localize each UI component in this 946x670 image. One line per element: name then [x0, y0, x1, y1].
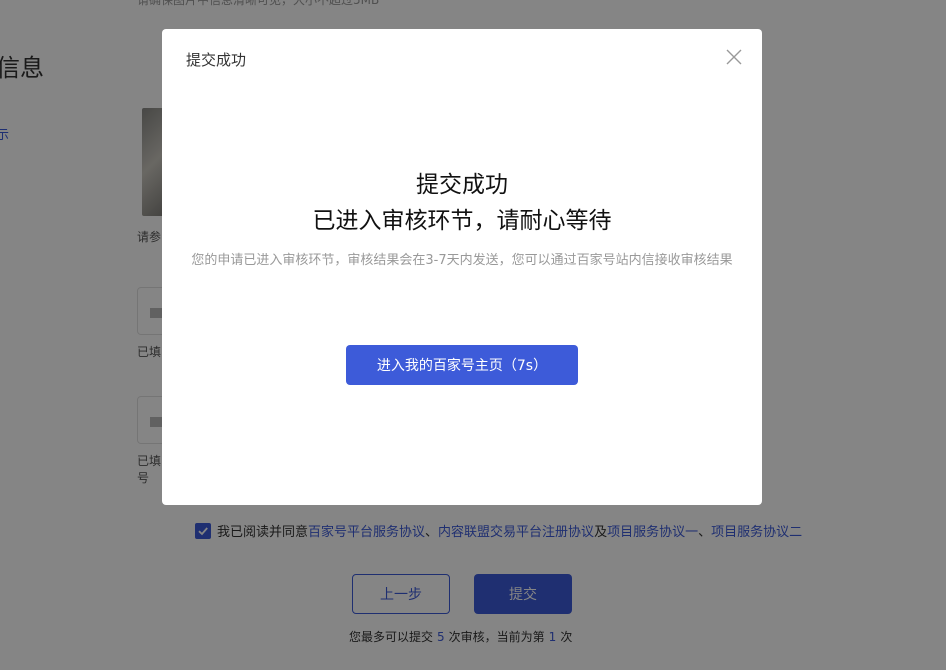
modal-title: 提交成功	[186, 51, 247, 69]
success-description: 您的申请已进入审核环节，审核结果会在3-7天内发送，您可以通过百家号站内信接收审…	[191, 253, 733, 268]
success-modal: 提交成功 提交成功 已进入审核环节，请耐心等待 您的申请已进入审核环节，审核结果…	[162, 29, 762, 505]
success-title: 提交成功	[416, 172, 508, 198]
close-icon	[726, 49, 742, 65]
go-to-homepage-button[interactable]: 进入我的百家号主页（7s）	[346, 345, 578, 385]
close-button[interactable]	[724, 47, 744, 67]
success-subtitle: 已进入审核环节，请耐心等待	[312, 208, 612, 234]
